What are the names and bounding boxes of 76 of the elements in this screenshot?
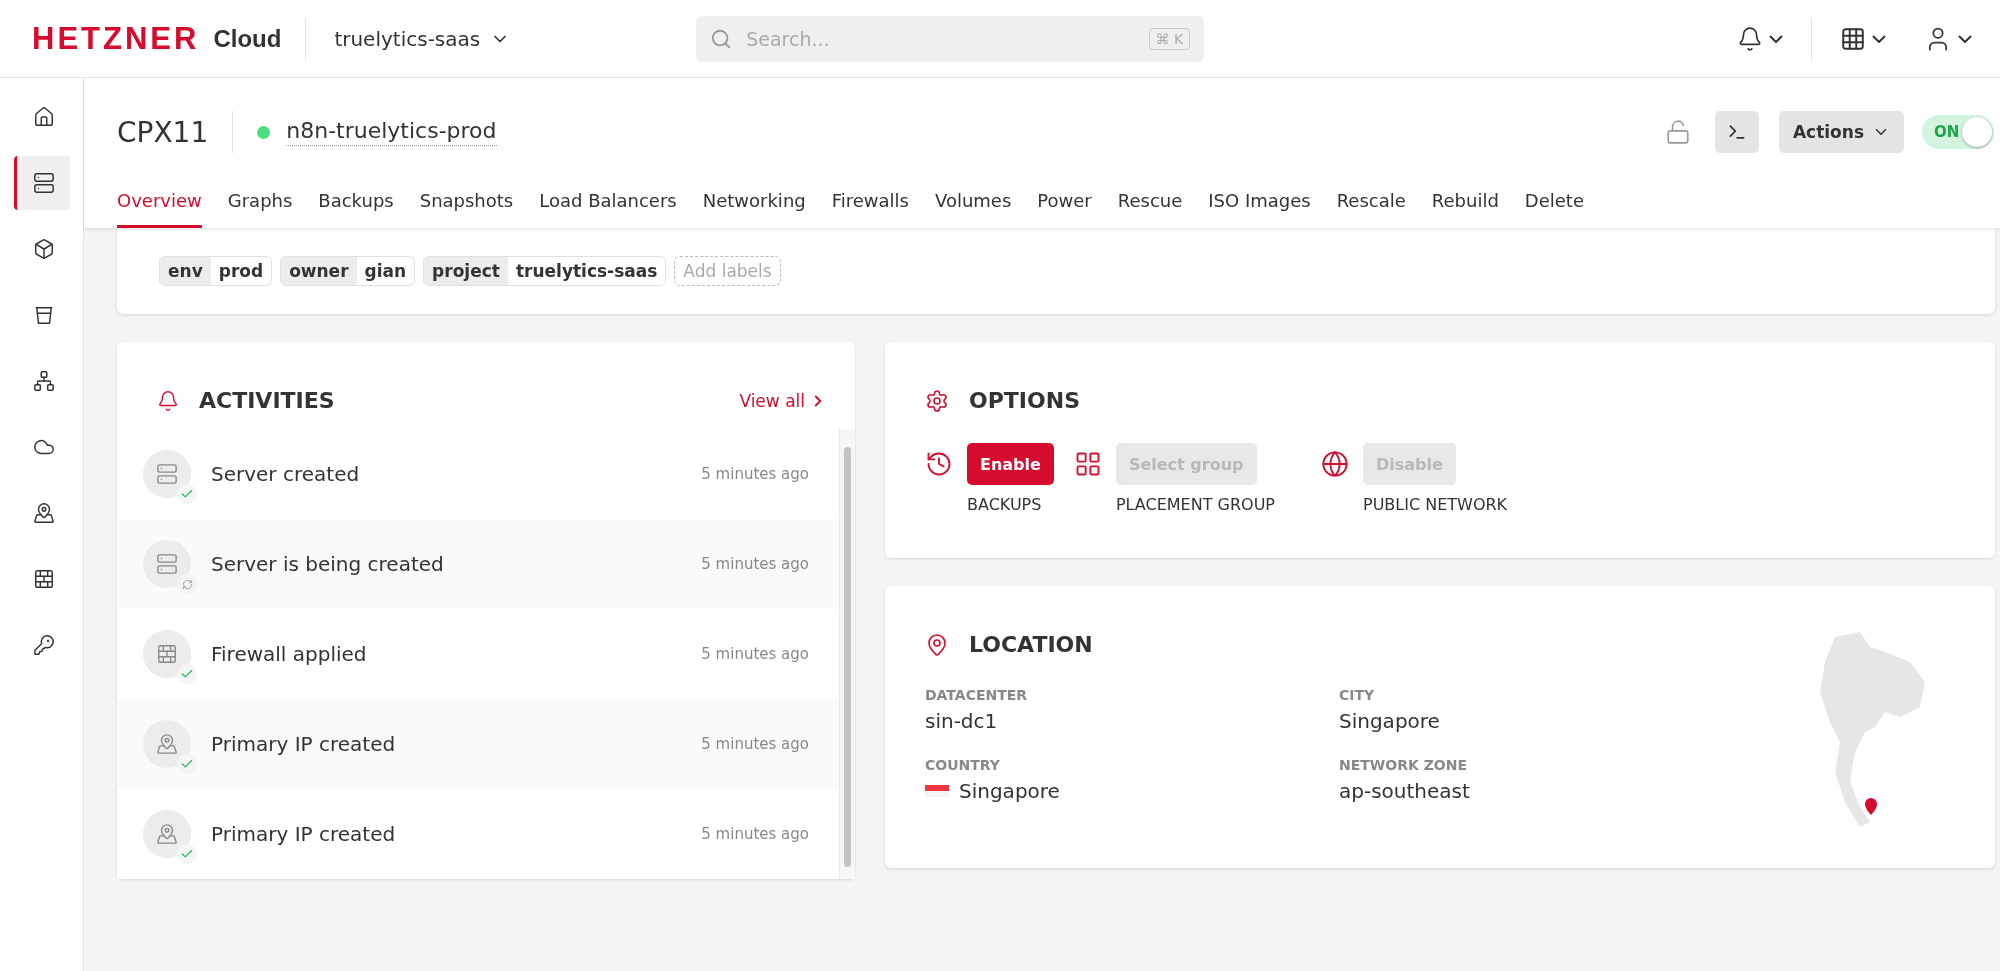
network-icon (32, 370, 55, 392)
activity-text: Primary IP created (211, 732, 396, 756)
card-title: OPTIONS (969, 388, 1080, 413)
card-title: ACTIVITIES (199, 388, 335, 413)
key-icon (32, 634, 55, 656)
option-label: BACKUPS (967, 495, 1043, 514)
settings-icon (925, 388, 949, 413)
search-icon (710, 27, 733, 50)
history-icon (925, 450, 953, 478)
tab[interactable]: Power (1037, 190, 1092, 228)
field-value: sin-dc1 (925, 709, 998, 733)
tab[interactable]: ISO Images (1208, 190, 1311, 228)
tab[interactable]: Snapshots (419, 190, 514, 228)
tab[interactable]: Rescue (1117, 190, 1183, 228)
label-chip[interactable]: project truelytics-saas (423, 256, 667, 286)
pin-icon (156, 733, 178, 755)
box-icon (32, 238, 55, 260)
label-chip[interactable]: env prod (159, 256, 273, 286)
tab[interactable]: Networking (702, 190, 806, 228)
activity-time: 5 minutes ago (701, 735, 809, 753)
tab[interactable]: Graphs (227, 190, 293, 228)
console-button[interactable] (1714, 111, 1759, 153)
tab[interactable]: Backups (318, 190, 394, 228)
field-label: DATACENTER (925, 687, 1029, 703)
pin-icon (32, 502, 55, 524)
option-label: PUBLIC NETWORK (1363, 495, 1508, 514)
server-name[interactable]: n8n-truelytics-prod (286, 118, 497, 146)
chevron-down-icon (1958, 34, 1972, 43)
field-label: COUNTRY (925, 757, 1001, 773)
tab[interactable]: Load Balancers (539, 190, 677, 228)
view-all-link[interactable]: View all (739, 390, 827, 411)
field-label: CITY (1339, 687, 1376, 703)
chevron-down-icon (1769, 34, 1783, 43)
search-input[interactable]: Search... (744, 26, 1137, 51)
bell-icon (1737, 25, 1763, 52)
actions-button[interactable]: Actions (1778, 111, 1904, 153)
chevron-down-icon (1872, 34, 1886, 43)
globe-icon (1321, 450, 1349, 478)
shortcut-hint: ⌘ K (1148, 27, 1191, 50)
field-value: Singapore (959, 779, 1060, 803)
tab[interactable]: Firewalls (831, 190, 909, 228)
project-selector[interactable]: truelytics-saas (330, 22, 515, 55)
server-icon (156, 463, 178, 485)
activity-time: 5 minutes ago (701, 645, 809, 663)
sidebar-item[interactable] (14, 156, 70, 210)
activity-text: Server is being created (211, 552, 444, 576)
map-pin-icon (925, 632, 949, 657)
server-icon (156, 553, 178, 575)
home-icon (32, 106, 55, 128)
bell-icon (157, 389, 179, 412)
tab[interactable]: Delete (1524, 190, 1584, 228)
pin-icon (156, 823, 178, 845)
field-label: NETWORK ZONE (1339, 757, 1468, 773)
label-chip[interactable]: owner gian (280, 256, 416, 286)
brand-logo[interactable]: HETZNER (32, 20, 200, 57)
activity-time: 5 minutes ago (701, 465, 809, 483)
tab[interactable]: Rescale (1336, 190, 1406, 228)
brick-wall-icon (32, 568, 55, 590)
server-type: CPX11 (117, 115, 209, 149)
field-value: ap-southeast (1339, 779, 1470, 803)
grid-icon (1840, 25, 1866, 52)
activity-text: Firewall applied (211, 642, 367, 666)
tab[interactable]: Volumes (935, 190, 1012, 228)
activity-text: Primary IP created (211, 822, 396, 846)
option-button[interactable]: Enable (967, 443, 1054, 485)
tab[interactable]: Rebuild (1431, 190, 1499, 228)
card-title: LOCATION (969, 632, 1093, 657)
option-label: PLACEMENT GROUP (1115, 495, 1275, 514)
activity-time: 5 minutes ago (701, 825, 809, 843)
product-name: Cloud (213, 24, 282, 53)
brick-wall-icon (156, 643, 178, 665)
scrollbar[interactable] (839, 429, 855, 879)
server-icon (32, 172, 55, 194)
activity-text: Server created (211, 462, 360, 486)
activity-time: 5 minutes ago (701, 555, 809, 573)
field-value: Singapore (1339, 709, 1440, 733)
